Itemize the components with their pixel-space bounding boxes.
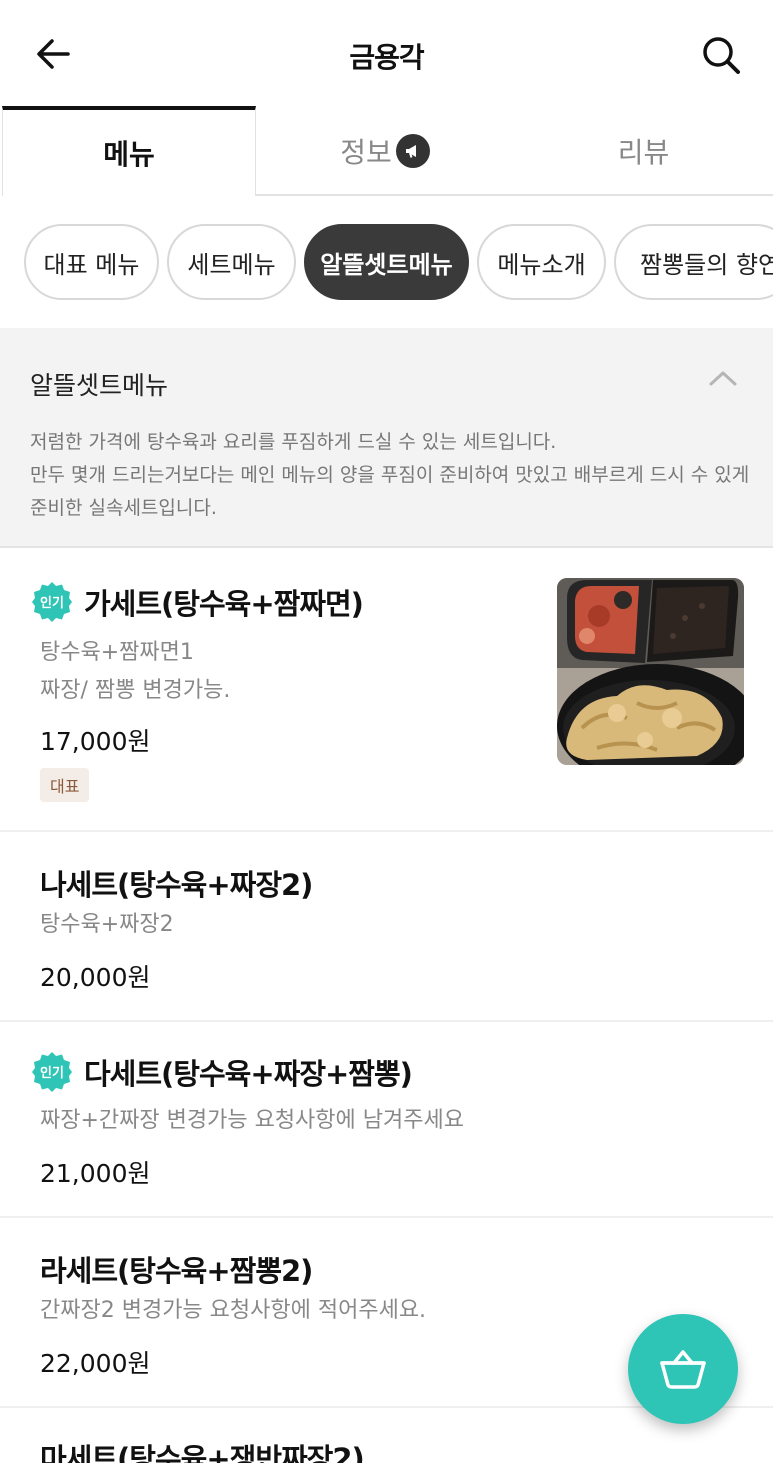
description-line: 저렴한 가격에 탕수육과 요리를 푸짐하게 드실 수 있는 세트입니다. xyxy=(30,431,557,453)
search-icon[interactable] xyxy=(698,32,744,78)
category-section-header: 알뜰셋트메뉴 저렴한 가격에 탕수육과 요리를 푸짐하게 드실 수 있는 세트입… xyxy=(0,328,773,548)
item-price: 21,000원 xyxy=(40,1159,151,1188)
item-name-row: 인기 다세트(탕수육+짜장+짬뽕) xyxy=(30,1050,413,1094)
popular-badge-icon: 인기 xyxy=(32,1052,72,1092)
menu-item[interactable]: 나세트(탕수육+짜장2) 탕수육+짜장2 20,000원 xyxy=(0,832,773,1022)
item-name: 다세트(탕수육+짜장+짬뽕) xyxy=(84,1057,413,1091)
item-description: 짜장+간짜장 변경가능 요청사항에 남겨주세요 xyxy=(40,1108,464,1133)
item-description: 간짜장2 변경가능 요청사항에 적어주세요. xyxy=(40,1298,427,1323)
description-line: 만두 몇개 드리는거보다는 메인 메뉴의 양을 푸짐이 준비하여 맛있고 배부르… xyxy=(30,464,750,486)
chevron-up-icon[interactable] xyxy=(706,366,740,390)
item-price: 22,000원 xyxy=(40,1349,151,1378)
chip-jjamppong-feast[interactable]: 짬뽕들의 향연 xyxy=(614,224,773,300)
basket-icon xyxy=(660,1350,706,1389)
item-name-row: 라세트(탕수육+짬뽕2) xyxy=(40,1248,313,1290)
popular-badge-icon: 인기 xyxy=(32,582,72,622)
cart-button[interactable] xyxy=(628,1314,738,1424)
item-name: 마세트(탕수육+쟁반짜장2) xyxy=(40,1442,365,1463)
popular-badge-label: 인기 xyxy=(40,1065,64,1081)
tab-menu[interactable]: 메뉴 xyxy=(2,106,256,196)
section-description: 저렴한 가격에 탕수육과 요리를 푸짐하게 드실 수 있는 세트입니다. 만두 … xyxy=(30,426,750,525)
section-title: 알뜰셋트메뉴 xyxy=(30,371,169,400)
chip-label: 알뜰셋트메뉴 xyxy=(320,250,453,279)
item-name: 라세트(탕수육+짬뽕2) xyxy=(40,1254,313,1288)
chip-label: 짬뽕들의 향연 xyxy=(640,250,773,279)
item-name: 가세트(탕수육+짬짜면) xyxy=(84,587,364,621)
chip-representative[interactable]: 대표 메뉴 xyxy=(24,224,159,300)
item-description: 탕수육+짜장2 xyxy=(40,912,174,937)
tab-review[interactable]: 리뷰 xyxy=(514,106,773,196)
menu-item[interactable]: 인기 가세트(탕수육+짬짜면) 탕수육+짬짜면1 짜장/ 짬뽕 변경가능. 17… xyxy=(0,550,773,832)
item-name-row: 마세트(탕수육+쟁반짜장2) xyxy=(40,1436,365,1463)
tab-bar: 메뉴 정보 리뷰 xyxy=(0,106,773,196)
chip-value-set-menu[interactable]: 알뜰셋트메뉴 xyxy=(304,224,469,300)
chip-label: 대표 메뉴 xyxy=(43,250,140,279)
item-price: 17,000원 xyxy=(40,727,151,756)
item-description: 탕수육+짬짜면1 짜장/ 짬뽕 변경가능. xyxy=(40,640,231,703)
tab-review-label: 리뷰 xyxy=(617,136,670,169)
menu-item[interactable]: 인기 다세트(탕수육+짜장+짬뽕) 짜장+간짜장 변경가능 요청사항에 남겨주세… xyxy=(0,1022,773,1218)
chip-label: 세트메뉴 xyxy=(187,250,276,279)
chip-menu-intro[interactable]: 메뉴소개 xyxy=(477,224,606,300)
description-line: 준비한 실속세트입니다. xyxy=(30,497,217,519)
top-bar: 금용각 xyxy=(0,0,773,106)
category-chips: 대표 메뉴 세트메뉴 알뜰셋트메뉴 메뉴소개 짬뽕들의 향연 xyxy=(0,196,773,328)
popular-badge-label: 인기 xyxy=(40,595,64,611)
tab-info-label: 정보 xyxy=(340,136,392,169)
item-price: 20,000원 xyxy=(40,963,151,992)
chip-set-menu[interactable]: 세트메뉴 xyxy=(167,224,296,300)
megaphone-icon xyxy=(395,134,430,168)
item-name-row: 나세트(탕수육+짜장2) xyxy=(40,862,313,904)
item-name-row: 인기 가세트(탕수육+짬짜면) xyxy=(30,580,364,624)
tab-menu-label: 메뉴 xyxy=(103,138,155,171)
item-photo[interactable] xyxy=(557,578,744,765)
store-title: 금용각 xyxy=(349,41,424,74)
representative-badge: 대표 xyxy=(40,768,90,802)
chip-label: 메뉴소개 xyxy=(497,250,586,279)
tab-info[interactable]: 정보 xyxy=(256,106,514,196)
item-name: 나세트(탕수육+짜장2) xyxy=(40,868,313,902)
